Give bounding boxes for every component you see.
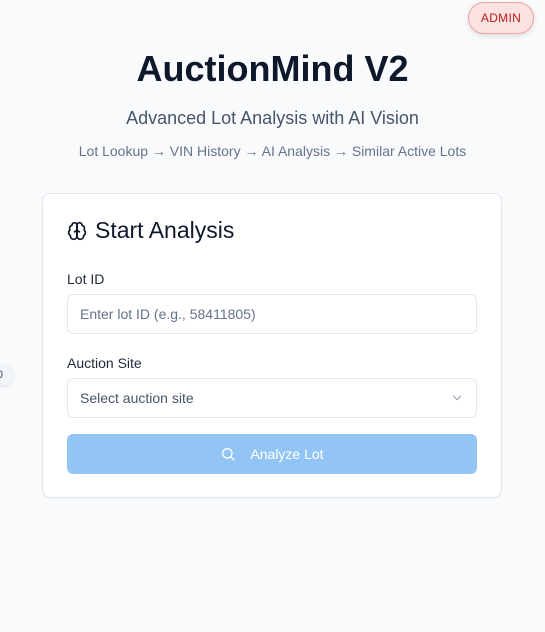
page: ADMIN 0 AuctionMind V2 Advanced Lot Anal… — [0, 0, 545, 632]
page-subtitle: Advanced Lot Analysis with AI Vision — [126, 108, 419, 128]
card-title: Start Analysis — [95, 217, 235, 243]
workflow-steps: Lot Lookup → VIN History → AI Analysis →… — [78, 143, 467, 159]
auction-site-value: Select auction site — [80, 390, 194, 406]
analyze-lot-label: Analyze Lot — [250, 446, 324, 462]
admin-badge[interactable]: ADMIN — [468, 2, 534, 34]
lot-id-label: Lot ID — [67, 271, 105, 287]
lot-id-input[interactable] — [67, 294, 477, 334]
side-toggle[interactable]: 0 — [0, 365, 14, 385]
page-title: AuctionMind V2 — [136, 48, 409, 89]
auction-site-select[interactable]: Select auction site — [67, 378, 477, 418]
analyze-lot-button[interactable]: Analyze Lot — [67, 434, 477, 474]
analysis-card: Start Analysis Lot ID Auction Site Selec… — [42, 193, 502, 498]
brain-icon — [67, 221, 87, 241]
chevron-down-icon — [450, 391, 464, 405]
auction-site-label: Auction Site — [67, 355, 142, 371]
card-header: Start Analysis — [67, 217, 234, 244]
search-icon — [220, 446, 236, 462]
